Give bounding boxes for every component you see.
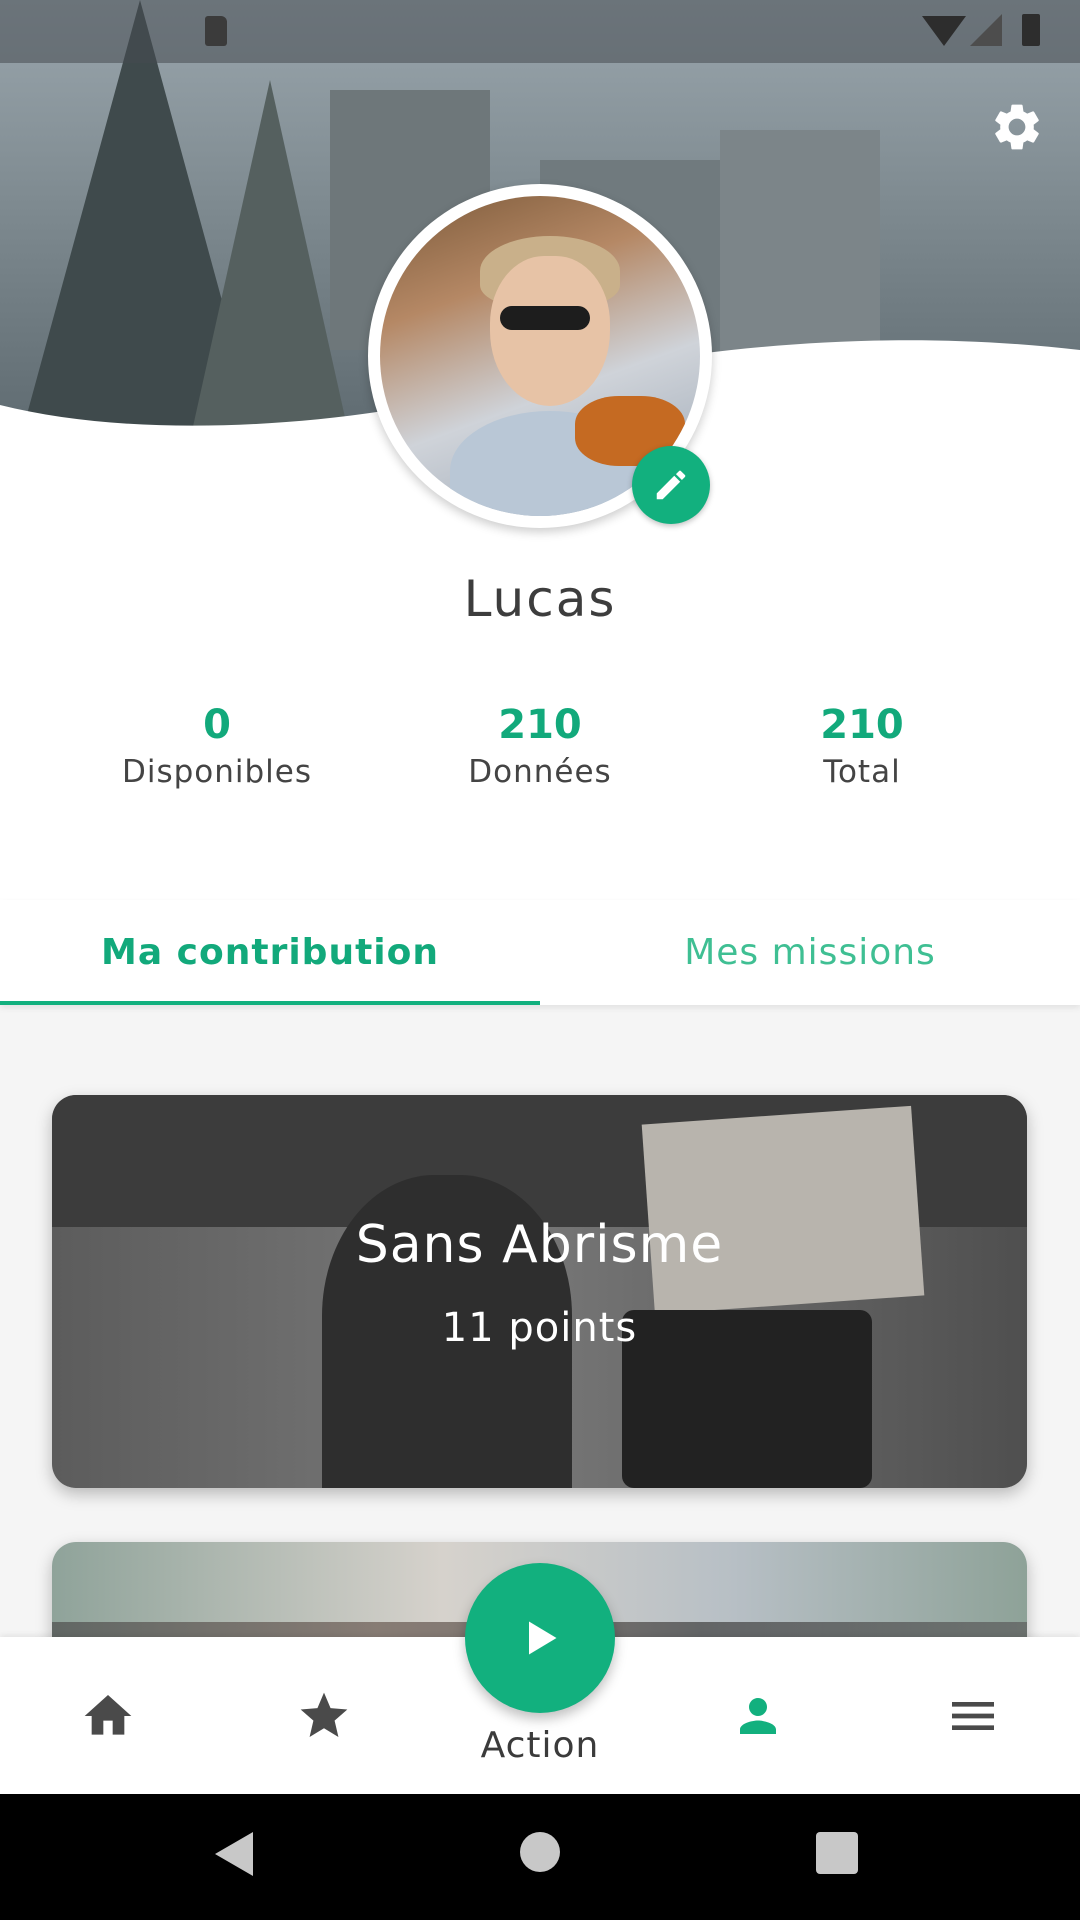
home-circle-icon[interactable] (520, 1832, 560, 1872)
card-points: 11 points (441, 1305, 638, 1351)
tab-indicator (0, 1001, 540, 1005)
stat-value: 0 (203, 702, 231, 748)
avatar-face (490, 256, 610, 406)
nav-home[interactable] (60, 1637, 155, 1794)
username: Lucas (463, 570, 617, 628)
nav-action-label[interactable]: Action (440, 1725, 640, 1766)
menu-icon (951, 1701, 994, 1730)
action-play-button[interactable] (465, 1563, 615, 1713)
person-icon (739, 1697, 776, 1734)
stat-label: Disponibles (121, 754, 313, 790)
card-title: Sans Abrisme (355, 1215, 724, 1275)
stat-value: 210 (498, 702, 582, 748)
signal-icon (970, 14, 1002, 46)
sd-card-icon (205, 16, 227, 46)
nav-menu[interactable] (925, 1637, 1020, 1794)
card-photo-sign (641, 1105, 925, 1315)
nav-profile[interactable] (710, 1637, 805, 1794)
gear-icon (995, 104, 1039, 150)
pencil-icon (656, 470, 686, 500)
wifi-icon (922, 16, 966, 46)
nav-favorites[interactable] (276, 1637, 371, 1794)
stat-value: 210 (820, 702, 904, 748)
stat-total: 210 Total (722, 702, 1002, 790)
tab-ma-contribution[interactable]: Ma contribution (0, 900, 540, 1005)
mission-card[interactable]: Sans Abrisme 11 points (52, 1095, 1027, 1488)
home-icon (84, 1694, 131, 1735)
stat-label: Total (823, 754, 901, 790)
recent-apps-icon[interactable] (816, 1832, 858, 1874)
star-icon (300, 1692, 347, 1737)
status-bar (0, 0, 1080, 63)
tab-mes-missions[interactable]: Mes missions (540, 900, 1080, 1005)
back-icon[interactable] (215, 1832, 253, 1876)
stat-donnees: 210 Données (400, 702, 680, 790)
edit-avatar-button[interactable] (632, 446, 710, 524)
profile-tabs: Ma contribution Mes missions (0, 900, 1080, 1005)
stat-label: Données (468, 754, 612, 790)
play-icon (529, 1621, 557, 1655)
system-navigation-bar (0, 1794, 1080, 1920)
stat-disponibles: 0 Disponibles (77, 702, 357, 790)
battery-icon (1022, 14, 1040, 46)
settings-button[interactable] (988, 98, 1046, 156)
avatar-glasses (500, 306, 590, 330)
